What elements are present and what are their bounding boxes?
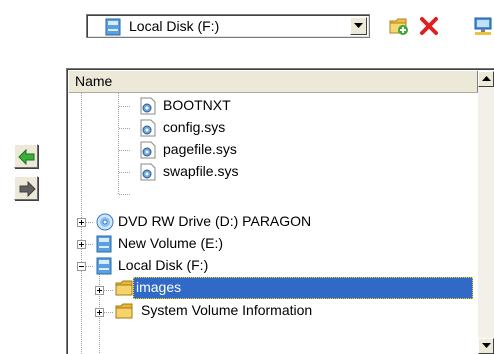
system-file-icon: [139, 97, 157, 118]
expand-toggle[interactable]: [77, 240, 86, 249]
system-file-icon: [139, 141, 157, 162]
tree-item-label: BOOTNXT: [163, 97, 231, 113]
selected-row[interactable]: images: [133, 277, 473, 299]
chevron-down-icon: [354, 23, 363, 28]
expand-toggle[interactable]: [77, 218, 86, 227]
collapse-toggle[interactable]: [77, 262, 86, 271]
move-right-button[interactable]: [14, 176, 38, 200]
chevron-up-icon: [482, 76, 491, 81]
arrow-left-icon: [18, 149, 35, 165]
folder-icon: [115, 303, 133, 322]
tree-item-label: config.sys: [163, 119, 226, 135]
network-drive-icon[interactable]: [472, 15, 494, 37]
dvd-drive-icon: [96, 213, 114, 234]
move-left-button[interactable]: [14, 144, 38, 168]
tree-item-label: New Volume (E:): [118, 235, 224, 251]
drive-icon: [96, 257, 112, 278]
tree-item-label: swapfile.sys: [163, 163, 239, 179]
expand-toggle[interactable]: [95, 308, 104, 317]
tree-item-label: System Volume Information: [141, 302, 313, 318]
scroll-down-button[interactable]: [478, 338, 494, 354]
system-file-icon: [139, 119, 157, 140]
tree-item-label: pagefile.sys: [163, 141, 237, 157]
new-folder-icon[interactable]: [388, 15, 410, 37]
vertical-scrollbar[interactable]: [478, 71, 494, 354]
drive-select[interactable]: Local Disk (F:): [86, 14, 370, 38]
file-tree[interactable]: Name BOOTNXT config.sys pagefile.sys swa…: [66, 68, 494, 354]
delete-icon[interactable]: [418, 15, 440, 37]
drive-icon: [96, 235, 112, 256]
dropdown-button[interactable]: [350, 17, 367, 35]
expand-toggle[interactable]: [95, 286, 104, 295]
scroll-up-button[interactable]: [478, 71, 494, 87]
arrow-right-icon: [19, 181, 36, 197]
tree-item-label: DVD RW Drive (D:) PARAGON: [118, 213, 312, 229]
folder-icon: [115, 280, 133, 299]
system-file-icon: [139, 163, 157, 184]
chevron-down-icon: [482, 343, 491, 348]
drive-icon: [105, 18, 121, 39]
tree-item-label: Local Disk (F:): [118, 257, 209, 273]
drive-select-value: Local Disk (F:): [129, 18, 220, 34]
tree-item-label: images: [136, 279, 182, 295]
